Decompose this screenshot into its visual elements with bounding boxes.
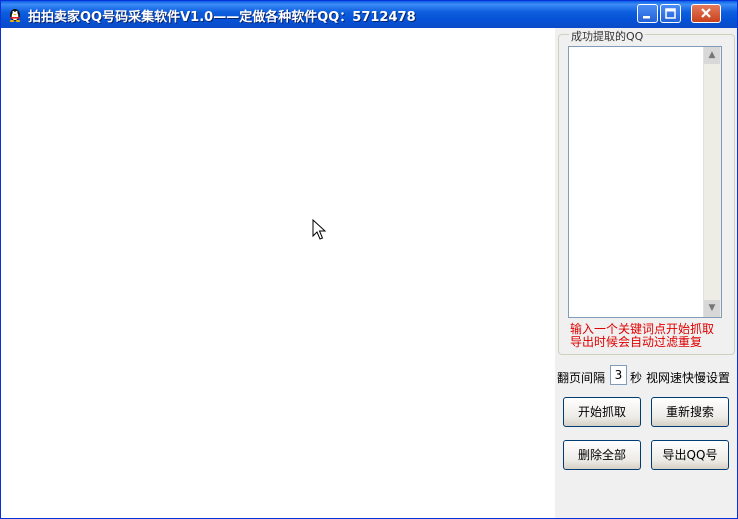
app-window: 拍拍卖家QQ号码采集软件V1.0——定做各种软件QQ：5712478 成功提取的… [0, 0, 738, 519]
title-bar[interactable]: 拍拍卖家QQ号码采集软件V1.0——定做各种软件QQ：5712478 [1, 1, 737, 28]
scroll-up-button[interactable]: ▲ [704, 47, 720, 64]
qq-penguin-icon [7, 6, 23, 22]
research-button[interactable]: 重新搜索 [651, 397, 729, 427]
delete-all-button[interactable]: 删除全部 [563, 440, 641, 470]
window-title: 拍拍卖家QQ号码采集软件V1.0——定做各种软件QQ：5712478 [28, 10, 416, 25]
maximize-button[interactable] [660, 4, 681, 23]
hint-line-2: 导出时候会自动过滤重复 [570, 335, 703, 349]
web-browser-pane[interactable] [1, 28, 555, 518]
client-area: 成功提取的QQ ▲ ▼ 输入一个关键词点开始抓取 导出时候会自动过滤重复 翻页间… [1, 28, 737, 518]
extracted-qq-group: 成功提取的QQ ▲ ▼ 输入一个关键词点开始抓取 导出时候会自动过滤重复 [558, 28, 735, 355]
minimize-icon [643, 16, 650, 19]
interval-note: 视网速快慢设置 [646, 371, 731, 385]
vertical-scrollbar[interactable]: ▲ ▼ [703, 47, 721, 317]
minimize-button[interactable] [637, 4, 658, 23]
maximize-icon [665, 8, 676, 19]
export-qq-button[interactable]: 导出QQ号 [651, 440, 729, 470]
mouse-pointer-icon [312, 218, 327, 244]
qq-result-list[interactable]: ▲ ▼ [568, 46, 722, 318]
close-button[interactable] [691, 4, 721, 23]
interval-input[interactable] [610, 365, 627, 385]
arrow-down-icon: ▼ [708, 303, 716, 313]
group-label: 成功提取的QQ [569, 28, 646, 44]
start-fetch-button[interactable]: 开始抓取 [563, 397, 641, 427]
close-icon [701, 8, 711, 18]
side-panel: 成功提取的QQ ▲ ▼ 输入一个关键词点开始抓取 导出时候会自动过滤重复 翻页间… [555, 28, 737, 518]
interval-label: 翻页间隔 [557, 371, 606, 385]
interval-unit: 秒 [630, 371, 643, 385]
scroll-down-button[interactable]: ▼ [704, 300, 720, 317]
page-interval-row: 翻页间隔 秒 视网速快慢设置 [557, 365, 737, 387]
arrow-up-icon: ▲ [708, 50, 716, 60]
